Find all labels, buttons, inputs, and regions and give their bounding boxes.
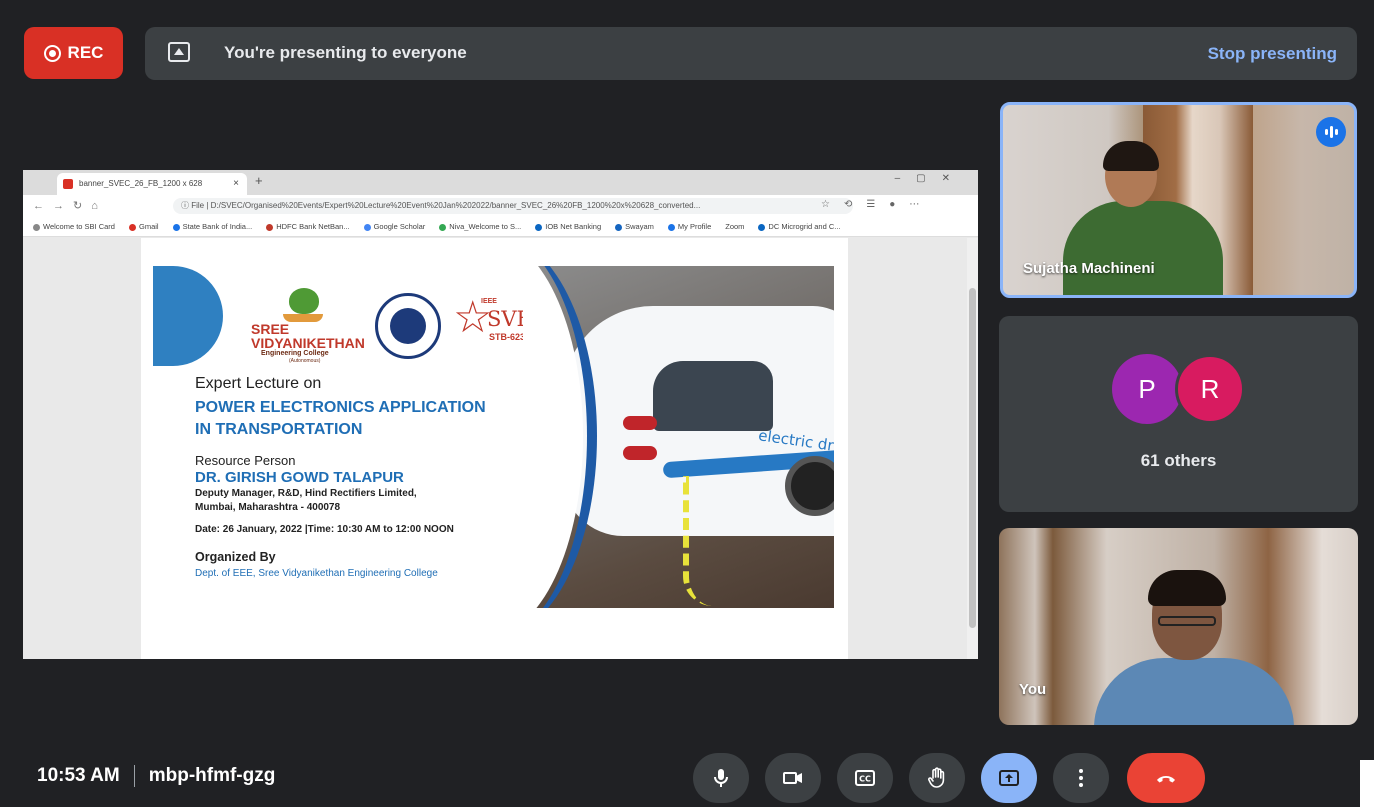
browser-tab-strip: banner_SVEC_26_FB_1200 x 628 × + –▢✕: [23, 170, 978, 195]
bookmark-item[interactable]: DC Microgrid and C...: [758, 222, 841, 231]
banner-wave-edge: [523, 266, 597, 608]
bookmark-item[interactable]: HDFC Bank NetBan...: [266, 222, 350, 231]
present-now-button[interactable]: [981, 753, 1037, 803]
rec-label: REC: [67, 43, 104, 62]
college-tag: (Autonomous): [289, 358, 321, 364]
event-type: Expert Lecture on: [195, 375, 322, 392]
shared-screen: banner_SVEC_26_FB_1200 x 628 × + –▢✕ ←→↻…: [23, 170, 978, 659]
meeting-time: 10:53 AM: [37, 765, 120, 786]
electric-car-photo: electric drive: [523, 266, 834, 608]
ieee-label: IEEE: [481, 298, 497, 305]
others-tile[interactable]: P R 61 others: [999, 316, 1358, 512]
pdf-icon: [63, 179, 73, 189]
window-controls-icon[interactable]: –▢✕: [895, 173, 966, 184]
bookmark-item[interactable]: Welcome to SBI Card: [33, 222, 115, 231]
speaker-location: Mumbai, Maharashtra - 400078: [195, 502, 341, 513]
new-tab-icon[interactable]: +: [255, 173, 263, 188]
hand-icon: [928, 767, 945, 788]
participant-tile-speaker[interactable]: Sujatha Machineni: [1000, 102, 1357, 298]
browser-tab[interactable]: banner_SVEC_26_FB_1200 x 628 ×: [57, 173, 247, 195]
others-count: 61 others: [1140, 451, 1217, 470]
bookmark-item[interactable]: My Profile: [667, 222, 711, 231]
camera-icon: [783, 772, 802, 784]
organizer-name: Dept. of EEE, Sree Vidyanikethan Enginee…: [195, 568, 438, 579]
captions-button[interactable]: CC: [837, 753, 893, 803]
bookmark-item[interactable]: IOB Net Banking: [535, 222, 601, 231]
self-view-tile[interactable]: You: [999, 528, 1358, 725]
avatar: R: [1175, 354, 1245, 424]
navigation-icons[interactable]: ←→↻⌂: [33, 199, 107, 212]
bookmarks-bar: Welcome to SBI Card Gmail State Bank of …: [23, 217, 978, 237]
svg-text:CC: CC: [859, 775, 871, 784]
event-date-time: Date: 26 January, 2022 |Time: 10:30 AM t…: [195, 524, 454, 535]
more-options-button[interactable]: [1053, 753, 1109, 803]
resource-person-label: Resource Person: [195, 453, 296, 468]
more-vert-icon: [1079, 769, 1083, 787]
self-video: [1094, 570, 1294, 725]
raise-hand-button[interactable]: [909, 753, 965, 803]
close-tab-icon[interactable]: ×: [233, 173, 239, 195]
charging-cable: [683, 476, 749, 606]
leave-call-button[interactable]: [1127, 753, 1205, 803]
meeting-info: 10:53 AM mbp-hfmf-gzg: [37, 765, 275, 787]
tab-title: banner_SVEC_26_FB_1200 x 628: [79, 179, 203, 188]
recording-indicator[interactable]: REC: [24, 27, 123, 79]
speaking-indicator-icon: [1316, 117, 1346, 147]
bookmark-item[interactable]: Zoom: [725, 222, 744, 231]
bookmark-item[interactable]: State Bank of India...: [172, 222, 252, 231]
car-taillight: [623, 416, 657, 430]
avatar: P: [1112, 354, 1182, 424]
scrollbar[interactable]: [967, 238, 978, 659]
scrollbar-thumb[interactable]: [969, 288, 976, 628]
meeting-code[interactable]: mbp-hfmf-gzg: [149, 765, 276, 787]
event-title-line1: POWER ELECTRONICS APPLICATION: [195, 399, 486, 416]
car-taillight: [623, 446, 657, 460]
captions-icon: CC: [855, 770, 875, 786]
hang-up-icon: [1157, 776, 1175, 783]
self-label: You: [1019, 681, 1047, 698]
presenting-banner: You're presenting to everyone Stop prese…: [145, 27, 1357, 80]
present-screen-icon: [168, 42, 190, 62]
camera-button[interactable]: [765, 753, 821, 803]
speaker-name: DR. GIRISH GOWD TALAPUR: [195, 469, 404, 486]
college-subtitle: Engineering College: [261, 350, 329, 357]
present-screen-icon: [999, 770, 1019, 786]
banner-accent-shape: [153, 266, 223, 366]
bookmark-item[interactable]: Swayam: [615, 222, 654, 231]
presenting-message: You're presenting to everyone: [224, 43, 467, 62]
event-banner: SREE VIDYANIKETHAN Engineering College (…: [153, 266, 834, 608]
car-window: [653, 361, 773, 431]
tree-icon: [289, 288, 319, 314]
record-icon: [43, 44, 61, 62]
speaker-designation: Deputy Manager, R&D, Hind Rectifiers Lim…: [195, 488, 417, 499]
participant-name: Sujatha Machineni: [1023, 260, 1155, 277]
college-logo: SREE VIDYANIKETHAN Engineering College (…: [251, 288, 365, 364]
screen-corner: [1360, 760, 1374, 807]
society-seal-logo: [375, 293, 441, 359]
hand-icon: [283, 314, 323, 322]
bookmark-item[interactable]: Gmail: [128, 222, 159, 231]
browser-tools-icons[interactable]: ☆⟲☰●⋯: [821, 199, 933, 210]
bookmark-item[interactable]: Google Scholar: [363, 222, 425, 231]
microphone-button[interactable]: [693, 753, 749, 803]
address-bar[interactable]: ⓘ File | D:/SVEC/Organised%20Events/Expe…: [173, 198, 853, 214]
microphone-icon: [714, 769, 728, 787]
divider: [133, 765, 135, 787]
event-title-line2: IN TRANSPORTATION: [195, 421, 363, 438]
college-name: SREE VIDYANIKETHAN: [251, 321, 365, 351]
bookmark-item[interactable]: Niva_Welcome to S...: [439, 222, 521, 231]
organized-by-label: Organized By: [195, 550, 276, 564]
stop-presenting-button[interactable]: Stop presenting: [1208, 44, 1337, 64]
browser-toolbar: ←→↻⌂ ⓘ File | D:/SVEC/Organised%20Events…: [23, 195, 978, 217]
glasses: [1158, 616, 1216, 626]
